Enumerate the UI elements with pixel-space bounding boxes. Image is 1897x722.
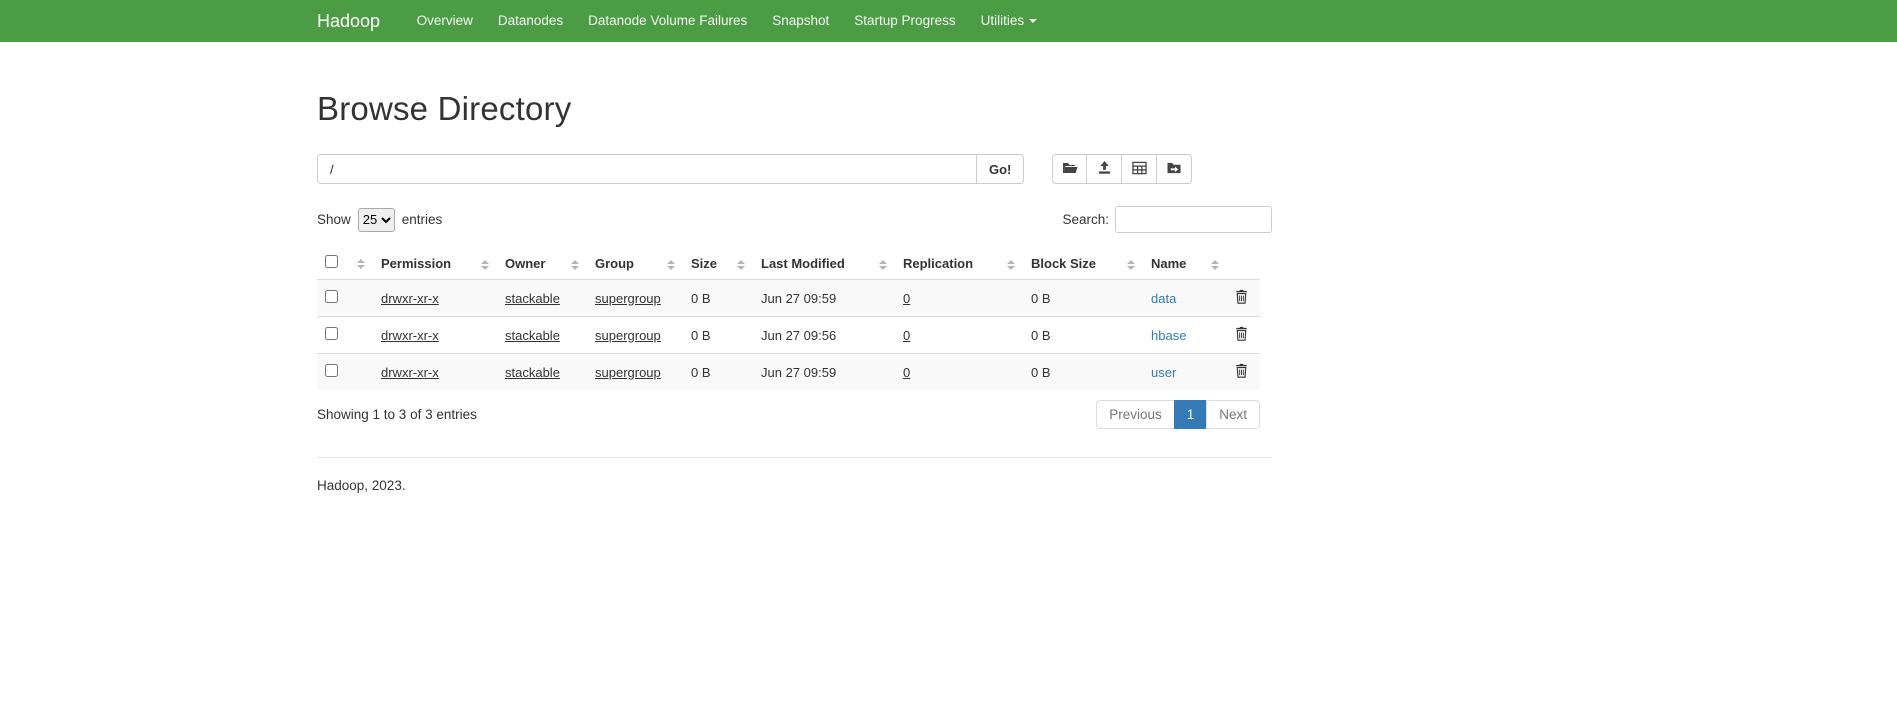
- block-size-value: 0 B: [1031, 328, 1051, 343]
- pagination-previous[interactable]: Previous: [1096, 400, 1175, 429]
- nav-item-overview[interactable]: Overview: [404, 0, 485, 42]
- folder-move-icon: [1166, 161, 1182, 177]
- go-button[interactable]: Go!: [977, 154, 1024, 184]
- path-toolbar: Go!: [317, 154, 1272, 184]
- cut-paste-button[interactable]: [1122, 154, 1157, 184]
- size-value: 0 B: [691, 328, 711, 343]
- delete-button[interactable]: [1235, 289, 1248, 304]
- footer-text: Hadoop, 2023.: [317, 478, 1272, 493]
- sort-icon: [571, 260, 579, 270]
- header-group[interactable]: Group: [587, 247, 683, 280]
- permission-value[interactable]: drwxr-xr-x: [381, 365, 439, 380]
- page-size-select[interactable]: 25: [358, 208, 395, 232]
- create-directory-button[interactable]: [1052, 154, 1087, 184]
- chevron-down-icon: [1029, 19, 1037, 23]
- sort-icon: [1007, 260, 1015, 270]
- file-actions-group: [1052, 154, 1192, 184]
- utilities-label: Utilities: [981, 13, 1025, 28]
- sort-icon: [1211, 260, 1219, 270]
- group-value[interactable]: supergroup: [595, 291, 661, 306]
- sort-icon: [737, 260, 745, 270]
- owner-value[interactable]: stackable: [505, 365, 560, 380]
- header-actions: [1227, 247, 1260, 280]
- hadoop-brand[interactable]: Hadoop: [317, 0, 390, 42]
- last-modified-value: Jun 27 09:56: [761, 328, 836, 343]
- directory-link[interactable]: data: [1151, 291, 1176, 306]
- footer-divider: [317, 457, 1272, 458]
- sort-icon: [357, 259, 365, 269]
- delete-button[interactable]: [1235, 326, 1248, 341]
- table-footer: Showing 1 to 3 of 3 entries Previous 1 N…: [317, 400, 1260, 429]
- replication-value[interactable]: 0: [903, 328, 910, 343]
- row-checkbox[interactable]: [325, 364, 338, 377]
- nav-item-snapshot[interactable]: Snapshot: [760, 0, 842, 42]
- nav-item-startup-progress[interactable]: Startup Progress: [842, 0, 968, 42]
- size-value: 0 B: [691, 291, 711, 306]
- table-row: drwxr-xr-x stackable supergroup 0 B Jun …: [317, 280, 1260, 317]
- replication-value[interactable]: 0: [903, 365, 910, 380]
- table-row: drwxr-xr-x stackable supergroup 0 B Jun …: [317, 354, 1260, 391]
- upload-icon: [1097, 160, 1112, 178]
- sort-icon: [667, 260, 675, 270]
- search-input[interactable]: [1115, 206, 1272, 233]
- pagination: Previous 1 Next: [1096, 400, 1260, 429]
- table-info: Showing 1 to 3 of 3 entries: [317, 407, 477, 422]
- owner-value[interactable]: stackable: [505, 291, 560, 306]
- sort-icon: [879, 260, 887, 270]
- row-checkbox[interactable]: [325, 327, 338, 340]
- pagination-page-1[interactable]: 1: [1174, 400, 1208, 429]
- header-name[interactable]: Name: [1143, 247, 1227, 280]
- nav-item-datanode-volume-failures[interactable]: Datanode Volume Failures: [576, 0, 760, 42]
- search-label: Search:: [1062, 212, 1109, 227]
- nav-item-datanodes[interactable]: Datanodes: [485, 0, 575, 42]
- table-icon: [1132, 161, 1147, 178]
- folder-open-icon: [1062, 161, 1078, 178]
- permission-value[interactable]: drwxr-xr-x: [381, 291, 439, 306]
- last-modified-value: Jun 27 09:59: [761, 365, 836, 380]
- delete-button[interactable]: [1235, 363, 1248, 378]
- block-size-value: 0 B: [1031, 291, 1051, 306]
- table-row: drwxr-xr-x stackable supergroup 0 B Jun …: [317, 317, 1260, 354]
- trash-icon: [1235, 366, 1248, 381]
- owner-value[interactable]: stackable: [505, 328, 560, 343]
- hadoop-browse-directory-page: Hadoop Overview Datanodes Datanode Volum…: [0, 0, 1897, 722]
- sort-icon: [481, 260, 489, 270]
- page-title: Browse Directory: [317, 90, 1272, 128]
- directory-link[interactable]: hbase: [1151, 328, 1186, 343]
- header-last-modified[interactable]: Last Modified: [753, 247, 895, 280]
- size-value: 0 B: [691, 365, 711, 380]
- header-block-size[interactable]: Block Size: [1023, 247, 1143, 280]
- row-checkbox[interactable]: [325, 290, 338, 303]
- directory-path-input[interactable]: [317, 154, 977, 184]
- group-value[interactable]: supergroup: [595, 328, 661, 343]
- header-replication[interactable]: Replication: [895, 247, 1023, 280]
- nav-item-utilities-dropdown[interactable]: Utilities: [968, 0, 1050, 42]
- move-button[interactable]: [1157, 154, 1192, 184]
- directory-link[interactable]: user: [1151, 365, 1176, 380]
- header-permission[interactable]: Permission: [373, 247, 497, 280]
- header-size[interactable]: Size: [683, 247, 753, 280]
- pagination-next[interactable]: Next: [1206, 400, 1260, 429]
- header-owner[interactable]: Owner: [497, 247, 587, 280]
- directory-table: Permission Owner Group Size Last Modifie…: [317, 247, 1260, 390]
- last-modified-value: Jun 27 09:59: [761, 291, 836, 306]
- group-value[interactable]: supergroup: [595, 365, 661, 380]
- select-all-header[interactable]: [317, 247, 373, 280]
- block-size-value: 0 B: [1031, 365, 1051, 380]
- entries-label: entries: [402, 212, 443, 227]
- show-label: Show: [317, 212, 351, 227]
- replication-value[interactable]: 0: [903, 291, 910, 306]
- upload-file-button[interactable]: [1087, 154, 1122, 184]
- trash-icon: [1235, 329, 1248, 344]
- top-navbar: Hadoop Overview Datanodes Datanode Volum…: [0, 0, 1897, 42]
- table-header-row: Permission Owner Group Size Last Modifie…: [317, 247, 1260, 280]
- sort-icon: [1127, 260, 1135, 270]
- select-all-checkbox[interactable]: [325, 255, 338, 268]
- permission-value[interactable]: drwxr-xr-x: [381, 328, 439, 343]
- trash-icon: [1235, 292, 1248, 307]
- table-controls: Show 25 entries Search:: [317, 206, 1272, 233]
